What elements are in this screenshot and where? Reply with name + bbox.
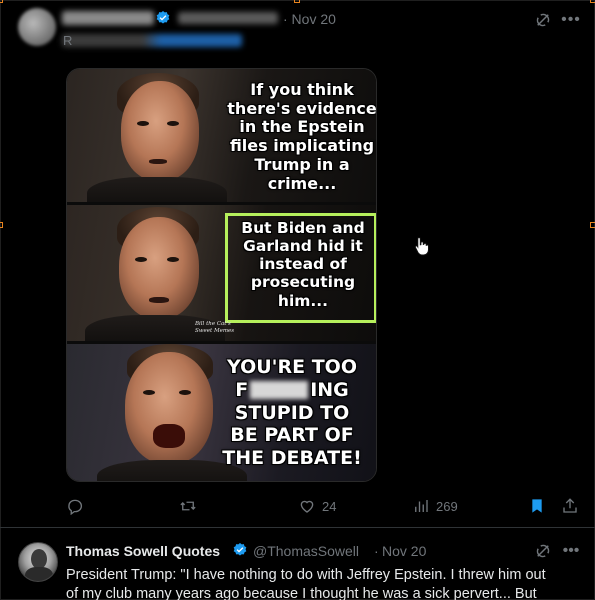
verified-badge-icon bbox=[156, 11, 170, 24]
tweet-text-line: of my club many years ago because I thou… bbox=[66, 586, 537, 600]
avatar-body bbox=[25, 567, 53, 581]
author-avatar[interactable] bbox=[18, 8, 56, 46]
meme-caption-1: If you think there's evidence in the Eps… bbox=[227, 80, 377, 193]
caption-3-word-start: F bbox=[235, 378, 249, 401]
tweet-text-line: President Trump: "I have nothing to do w… bbox=[66, 567, 546, 583]
tweet-date[interactable]: Nov 20 bbox=[382, 543, 426, 559]
grok-icon[interactable] bbox=[532, 540, 554, 562]
caption-3-line-1: YOU'RE TOO bbox=[227, 356, 357, 378]
meme-image[interactable]: If you think there's evidence in the Eps… bbox=[66, 68, 377, 482]
retweet-button[interactable] bbox=[178, 494, 198, 518]
caption-3-line-3: STUPID TO bbox=[234, 401, 350, 424]
watermark-line-2: Sweet Memes bbox=[195, 327, 235, 334]
tweet-actions: 24 269 bbox=[66, 494, 586, 518]
grok-icon[interactable] bbox=[532, 9, 554, 31]
tweet-date[interactable]: · Nov 20 bbox=[283, 11, 336, 27]
tweet-1[interactable]: · Nov 20 R ••• If you think there's evid… bbox=[0, 0, 595, 528]
share-icon bbox=[563, 498, 577, 513]
figure-mouth bbox=[149, 297, 169, 303]
author-name[interactable]: Thomas Sowell Quotes bbox=[66, 543, 220, 559]
figure-face bbox=[119, 217, 199, 319]
author-handle-redacted[interactable] bbox=[178, 12, 278, 24]
meme-caption-3: YOU'RE TOO F ING STUPID TO BE PART OF THE… bbox=[207, 356, 376, 470]
figure-eye bbox=[135, 257, 147, 262]
more-icon[interactable]: ••• bbox=[560, 9, 582, 31]
figure-eye bbox=[137, 121, 149, 126]
figure-face bbox=[121, 81, 199, 181]
more-icon[interactable]: ••• bbox=[560, 540, 582, 562]
meme-panel-1: If you think there's evidence in the Eps… bbox=[67, 69, 377, 202]
views-button[interactable]: 269 bbox=[412, 494, 458, 518]
meta-separator: · bbox=[374, 543, 379, 559]
hand-cursor-icon bbox=[414, 236, 429, 256]
meme-panel-2: But Biden and Garland hid it instead of … bbox=[67, 205, 376, 341]
figure-eye bbox=[167, 257, 179, 262]
tweet-text[interactable]: President Trump: "I have nothing to do w… bbox=[66, 566, 586, 600]
figure-eye bbox=[179, 390, 191, 395]
avatar-head bbox=[31, 549, 47, 569]
retweet-icon bbox=[180, 501, 196, 511]
caption-3-word-end: ING bbox=[310, 378, 349, 401]
reply-button[interactable] bbox=[66, 494, 84, 518]
watermark-line-1: Bill the Cat's bbox=[195, 321, 231, 327]
meme-caption-2: But Biden and Garland hid it instead of … bbox=[241, 219, 365, 310]
author-avatar[interactable] bbox=[18, 542, 58, 582]
reply-icon bbox=[68, 499, 83, 515]
replying-to-prefix: R bbox=[63, 33, 73, 48]
meme-watermark: Bill the Cat's Sweet Memes bbox=[195, 321, 234, 334]
figure-eye bbox=[167, 121, 179, 126]
replying-to-redacted bbox=[62, 34, 242, 47]
figure-mouth bbox=[149, 159, 167, 164]
figure-eye bbox=[143, 390, 155, 395]
caption-3-line-5: THE DEBATE! bbox=[222, 447, 362, 470]
like-count: 24 bbox=[322, 498, 337, 514]
meme-panel-3: YOU'RE TOO F ING STUPID TO BE PART OF THE… bbox=[67, 344, 376, 481]
figure-shirt bbox=[87, 177, 227, 202]
bookmark-icon bbox=[532, 499, 542, 513]
like-button[interactable]: 24 bbox=[298, 494, 336, 518]
heart-icon bbox=[300, 500, 314, 513]
censored-word-blur bbox=[250, 381, 309, 400]
author-handle[interactable]: @ThomasSowell bbox=[253, 543, 359, 559]
share-button[interactable] bbox=[561, 494, 579, 518]
author-name-redacted[interactable] bbox=[62, 11, 154, 25]
view-count: 269 bbox=[436, 498, 458, 514]
caption-3-line-4: BE PART OF bbox=[230, 424, 354, 447]
caption-3-line-2: F ING bbox=[207, 378, 376, 402]
figure-mouth-open bbox=[153, 424, 185, 448]
views-icon bbox=[415, 500, 428, 512]
verified-badge-icon bbox=[233, 543, 247, 556]
tweet-divider bbox=[0, 527, 595, 528]
bookmark-button[interactable] bbox=[529, 494, 545, 518]
